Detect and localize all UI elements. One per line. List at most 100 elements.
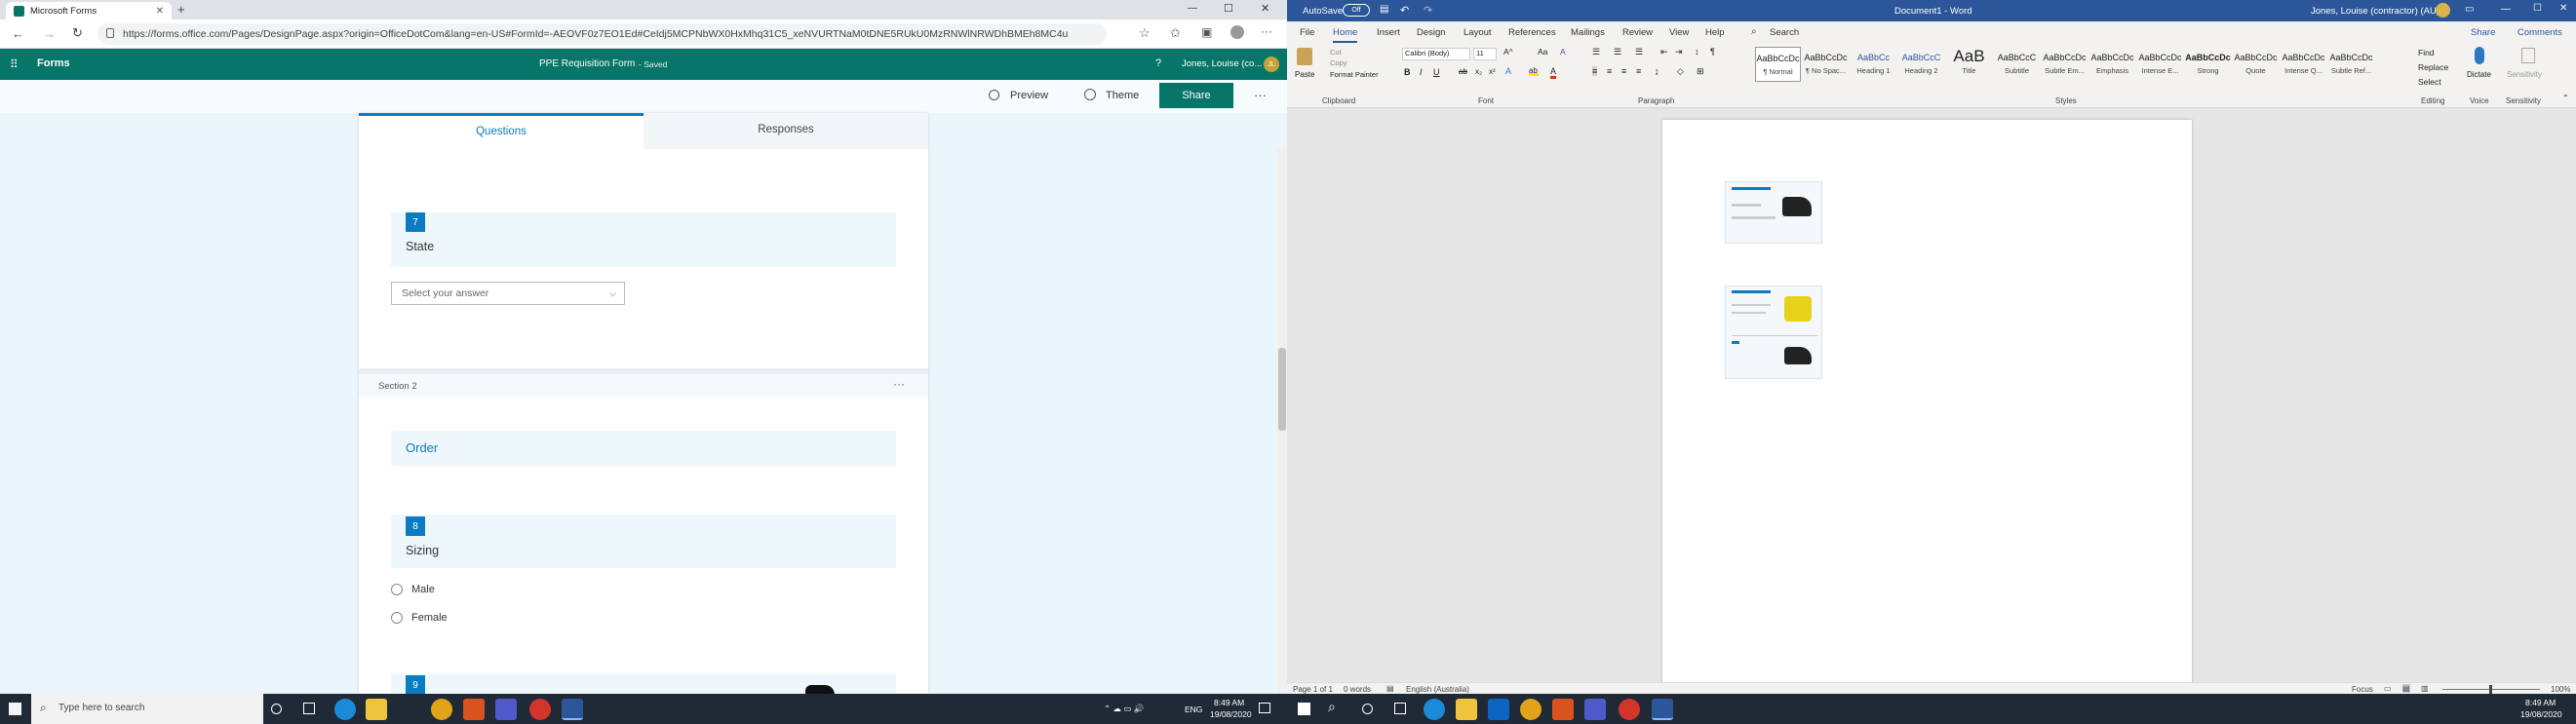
style-10[interactable]: AaBbCcDc Quote xyxy=(2233,47,2279,82)
clock-date[interactable]: 19/08/2020 xyxy=(1210,709,1252,719)
microphone-icon[interactable] xyxy=(2475,47,2484,64)
font-color-icon[interactable]: A xyxy=(1550,66,1557,79)
style-2[interactable]: AaBbCc Heading 1 xyxy=(1851,47,1896,82)
web-layout-icon[interactable]: ▥ xyxy=(2421,684,2429,693)
app-launcher-icon[interactable]: ⠿ xyxy=(10,57,19,71)
dictate-button[interactable]: Dictate xyxy=(2467,70,2491,79)
favorites-icon[interactable]: ✩ xyxy=(1170,25,1181,41)
word-taskbar-icon[interactable] xyxy=(1652,699,1673,720)
paste-icon[interactable] xyxy=(1297,48,1312,65)
bullets-icon[interactable]: ☰ xyxy=(1592,47,1600,57)
select-button[interactable]: Select xyxy=(2418,77,2441,87)
new-tab-button[interactable]: + xyxy=(177,2,185,17)
clear-format-icon[interactable]: A xyxy=(1560,47,1566,57)
align-left-icon[interactable]: ≡ xyxy=(1592,66,1598,76)
autosave-toggle[interactable]: Off xyxy=(1343,4,1370,17)
bold-icon[interactable]: B xyxy=(1404,67,1411,77)
browser-menu-icon[interactable]: ··· xyxy=(1261,24,1272,38)
tab-help[interactable]: Help xyxy=(1705,27,1725,38)
share-button[interactable]: Share xyxy=(1159,83,1233,108)
clock-date[interactable]: 19/08/2020 xyxy=(2520,709,2562,719)
edge-icon[interactable] xyxy=(334,699,356,720)
style-6[interactable]: AaBbCcDc Subtle Em... xyxy=(2042,47,2088,82)
scrollbar-thumb[interactable] xyxy=(1278,348,1286,431)
forward-icon[interactable]: → xyxy=(43,26,56,41)
ribbon-display-icon[interactable]: ▭ xyxy=(2465,4,2474,15)
cortana-icon[interactable] xyxy=(1362,704,1373,714)
notifications-icon[interactable] xyxy=(1259,703,1270,713)
style-4[interactable]: AaB Title xyxy=(1946,47,1992,82)
align-center-icon[interactable]: ≡ xyxy=(1607,66,1612,76)
redo-icon[interactable]: ↷ xyxy=(1424,4,1432,17)
style-7[interactable]: AaBbCcDc Emphasis xyxy=(2089,47,2135,82)
style-1[interactable]: AaBbCcDc ¶ No Spac... xyxy=(1803,47,1849,82)
zoom-level[interactable]: 100% xyxy=(2551,685,2570,694)
style-5[interactable]: AaBbCcC Subtitle xyxy=(1994,47,2040,82)
cut-button[interactable]: Cut xyxy=(1330,48,1342,57)
increase-indent-icon[interactable]: ⇥ xyxy=(1675,47,1683,57)
question-8-card[interactable]: 8 Sizing xyxy=(391,514,896,568)
page-count[interactable]: Page 1 of 1 xyxy=(1293,685,1333,694)
sensitivity-button[interactable]: Sensitivity xyxy=(2507,70,2542,79)
change-case-icon[interactable]: Aa xyxy=(1538,47,1547,57)
shading-icon[interactable]: ◇ xyxy=(1677,66,1684,77)
show-marks-icon[interactable]: ¶ xyxy=(1710,47,1715,57)
forms-app-name[interactable]: Forms xyxy=(37,57,70,69)
justify-icon[interactable]: ≡ xyxy=(1636,66,1641,76)
font-name-select[interactable]: Calibri (Body) xyxy=(1402,48,1470,60)
style-8[interactable]: AaBbCcDc Intense E... xyxy=(2137,47,2183,82)
language-status[interactable]: English (Australia) xyxy=(1406,685,1469,694)
more-options-button[interactable]: ··· xyxy=(1254,88,1267,102)
word-document-page[interactable] xyxy=(1662,120,2192,694)
theme-button[interactable]: Theme xyxy=(1106,90,1139,101)
align-right-icon[interactable]: ≡ xyxy=(1621,66,1626,76)
format-painter-button[interactable]: Format Painter xyxy=(1330,70,1379,79)
profile-icon[interactable] xyxy=(1230,25,1244,39)
comments-button[interactable]: Comments xyxy=(2517,27,2562,38)
question-9-card[interactable]: 9 xyxy=(391,673,896,694)
grow-font-icon[interactable]: A^ xyxy=(1503,47,1513,57)
teams-icon[interactable] xyxy=(495,699,517,720)
outlook-icon[interactable] xyxy=(1488,699,1509,720)
language-indicator[interactable]: ENG xyxy=(1185,705,1202,714)
url-field[interactable]: https://forms.office.com/Pages/DesignPag… xyxy=(98,23,1107,45)
tab-questions[interactable]: Questions xyxy=(359,113,644,149)
sort-icon[interactable]: ↕ xyxy=(1695,47,1699,57)
zoom-slider-thumb[interactable] xyxy=(2489,685,2492,694)
state-dropdown[interactable]: Select your answer ⌵ xyxy=(391,282,625,305)
save-icon[interactable]: ▤ xyxy=(1380,4,1388,15)
find-button[interactable]: Find xyxy=(2418,48,2435,57)
refresh-icon[interactable]: ↻ xyxy=(72,25,83,41)
teams-icon[interactable] xyxy=(1584,699,1606,720)
replace-button[interactable]: Replace xyxy=(2418,62,2448,72)
numbering-icon[interactable]: ☰ xyxy=(1614,47,1621,57)
office-icon[interactable] xyxy=(463,699,485,720)
word-minimize-icon[interactable]: — xyxy=(2501,4,2511,15)
multilevel-icon[interactable]: ☰ xyxy=(1635,47,1643,57)
style-0[interactable]: AaBbCcDc ¶ Normal xyxy=(1755,47,1801,82)
superscript-icon[interactable]: x² xyxy=(1489,67,1496,76)
tab-close-icon[interactable]: ✕ xyxy=(156,6,164,17)
task-view-icon[interactable] xyxy=(1394,703,1406,714)
read-mode-icon[interactable]: ▭ xyxy=(2384,684,2392,693)
style-9[interactable]: AaBbCcDc Strong xyxy=(2185,47,2231,82)
pasted-image-1[interactable] xyxy=(1725,181,1822,244)
print-layout-icon[interactable]: ▤ xyxy=(2402,684,2410,693)
pdf-icon[interactable] xyxy=(529,699,551,720)
highlight-icon[interactable]: ab xyxy=(1529,66,1539,76)
close-window-icon[interactable]: ✕ xyxy=(1261,2,1269,15)
maximize-icon[interactable]: ☐ xyxy=(1224,2,1233,15)
tab-mailings[interactable]: Mailings xyxy=(1571,27,1605,38)
word-maximize-icon[interactable]: ☐ xyxy=(2533,3,2542,14)
font-size-select[interactable]: 11 xyxy=(1473,48,1497,60)
search-icon[interactable]: ⌕ xyxy=(1328,699,1336,715)
line-spacing-icon[interactable]: ↨ xyxy=(1655,66,1659,76)
radio-female[interactable] xyxy=(391,612,403,624)
style-11[interactable]: AaBbCcDc Intense Q... xyxy=(2281,47,2326,82)
back-icon[interactable]: ← xyxy=(12,26,24,41)
word-share-button[interactable]: Share xyxy=(2471,27,2495,38)
strikethrough-icon[interactable]: ab xyxy=(1459,67,1467,76)
style-3[interactable]: AaBbCcC Heading 2 xyxy=(1898,47,1944,82)
radio-male[interactable] xyxy=(391,584,403,595)
word-search[interactable]: Search xyxy=(1770,27,1799,38)
